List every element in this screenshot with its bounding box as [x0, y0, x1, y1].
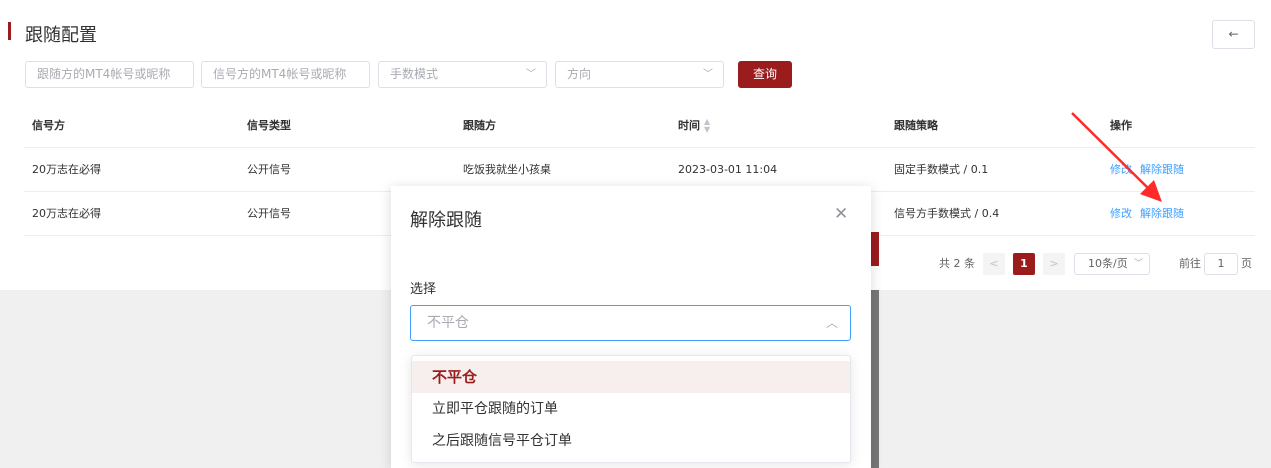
back-button[interactable]: ← — [1212, 20, 1255, 49]
option-close-with-signal[interactable]: 之后跟随信号平仓订单 — [412, 425, 850, 457]
header-actions: 操作 — [1110, 119, 1132, 132]
header-time[interactable]: 时间 ▲ ▼ — [678, 104, 710, 148]
dialog-title: 解除跟随 — [410, 210, 482, 231]
direction-select[interactable]: 方向 ﹀ — [555, 61, 724, 88]
chevron-down-icon: ﹀ — [1133, 259, 1143, 269]
select-label: 选择 — [410, 282, 437, 297]
cell-signal-type: 公开信号 — [247, 163, 291, 176]
page-size-select[interactable]: 10条/页 ﹀ — [1074, 253, 1150, 275]
header-time-label: 时间 — [678, 119, 700, 132]
prev-page-button[interactable]: < — [983, 253, 1005, 275]
goto-prefix: 前往 — [1179, 257, 1201, 270]
query-button[interactable]: 查询 — [738, 61, 792, 88]
lot-mode-placeholder: 手数模式 — [390, 67, 439, 81]
unfollow-link[interactable]: 解除跟随 — [1140, 163, 1184, 176]
page-title: 跟随配置 — [25, 25, 97, 46]
edit-link[interactable]: 修改 — [1110, 163, 1132, 176]
close-mode-dropdown: 不平仓 立即平仓跟随的订单 之后跟随信号平仓订单 — [411, 355, 851, 463]
cell-actions: 修改 解除跟随 — [1110, 148, 1192, 192]
goto-page-input[interactable]: 1 — [1204, 253, 1238, 275]
cell-signal: 20万志在必得 — [32, 207, 101, 220]
pagination-total: 共 2 条 — [939, 257, 975, 270]
cell-strategy: 固定手数模式 / 0.1 — [894, 163, 989, 176]
sort-icon[interactable]: ▲ ▼ — [704, 118, 710, 134]
option-close-now[interactable]: 立即平仓跟随的订单 — [412, 393, 850, 425]
cell-signal: 20万志在必得 — [32, 163, 101, 176]
cell-strategy: 信号方手数模式 / 0.4 — [894, 207, 1000, 220]
chevron-up-icon: ︿ — [825, 316, 838, 330]
header-follower: 跟随方 — [463, 119, 496, 132]
lot-mode-select[interactable]: 手数模式 ﹀ — [378, 61, 547, 88]
arrow-left-icon: ← — [1228, 27, 1239, 41]
follower-search-input[interactable]: 跟随方的MT4帐号或昵称 — [25, 61, 194, 88]
cell-signal-type: 公开信号 — [247, 207, 291, 220]
cell-actions: 修改 解除跟随 — [1110, 192, 1192, 236]
title-accent-bar — [8, 22, 11, 40]
signal-search-placeholder: 信号方的MT4帐号或昵称 — [213, 67, 347, 81]
close-icon[interactable]: ✕ — [834, 204, 848, 224]
goto-suffix: 页 — [1241, 257, 1252, 270]
close-mode-value: 不平仓 — [427, 315, 469, 331]
header-signal: 信号方 — [32, 119, 65, 132]
edit-link[interactable]: 修改 — [1110, 207, 1132, 220]
page-size-value: 10条/页 — [1088, 257, 1128, 270]
direction-placeholder: 方向 — [567, 67, 592, 81]
unfollow-link[interactable]: 解除跟随 — [1140, 207, 1184, 220]
chevron-down-icon: ﹀ — [526, 69, 536, 80]
page-1-button[interactable]: 1 — [1013, 253, 1035, 275]
next-page-button[interactable]: > — [1043, 253, 1065, 275]
chevron-down-icon: ﹀ — [703, 69, 713, 80]
header-strategy: 跟随策略 — [894, 119, 938, 132]
follower-search-placeholder: 跟随方的MT4帐号或昵称 — [37, 67, 171, 81]
table-header: 信号方 信号类型 跟随方 时间 ▲ ▼ 跟随策略 操作 — [24, 104, 1255, 148]
signal-search-input[interactable]: 信号方的MT4帐号或昵称 — [201, 61, 370, 88]
option-no-close[interactable]: 不平仓 — [412, 361, 850, 393]
header-signal-type: 信号类型 — [247, 119, 291, 132]
close-mode-select[interactable]: 不平仓 ︿ — [410, 305, 851, 341]
